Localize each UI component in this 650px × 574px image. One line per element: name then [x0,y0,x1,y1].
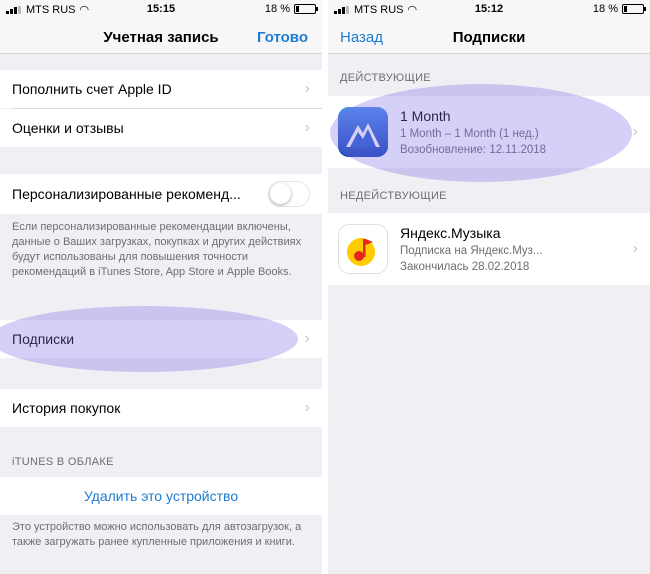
page-title: Подписки [452,29,526,46]
chevron-right-icon: › [304,119,310,136]
itunes-cloud-header: iTUNES В ОБЛАКЕ [12,456,114,468]
purchase-history-row[interactable]: История покупок › [0,389,322,427]
battery-percent: 18 % [592,3,618,15]
battery-percent: 18 % [264,3,290,15]
status-bar: MTS RUS ◠ 15:12 18 % [328,0,650,20]
active-subscription-detail: 1 Month – 1 Month (1 нед.) [400,128,539,140]
chevron-right-icon: › [632,123,638,140]
inactive-subscription-ended: Закончилась 28.02.2018 [400,261,530,273]
subscriptions-row[interactable]: Подписки › [0,320,322,358]
battery-indicator: 18 % [264,3,318,15]
personalized-toggle[interactable] [268,181,310,207]
active-subscription-row[interactable]: 1 Month 1 Month – 1 Month (1 нед.) Возоб… [328,96,650,168]
music-note-icon [347,238,375,266]
inactive-subscription-row[interactable]: Яндекс.Музыка Подписка на Яндекс.Муз... … [328,213,650,285]
battery-fill [296,6,299,12]
done-button[interactable]: Готово [257,29,308,46]
top-up-apple-id-row[interactable]: Пополнить счет Apple ID › [0,70,322,108]
top-up-label: Пополнить счет Apple ID [12,81,172,97]
active-section-header: ДЕЙСТВУЮЩИЕ [340,72,431,84]
chevron-right-icon: › [632,240,638,257]
chevron-right-icon: › [304,330,310,347]
mountain-icon [338,107,388,157]
remove-device-link[interactable]: Удалить это устройство [0,488,322,504]
subscriptions-screen: MTS RUS ◠ 15:12 18 % Назад Подписки ДЕЙС… [328,0,650,574]
personalized-recommendations-row: Персонализированные рекоменд... [0,174,322,214]
ratings-label: Оценки и отзывы [12,120,124,136]
subscriptions-label: Подписки [12,331,75,347]
personalized-note: Если персонализированные рекомендации вк… [12,221,302,278]
navigation-bar: Назад Подписки [328,20,650,54]
itunes-cloud-note: Это устройство можно использовать для ав… [12,521,302,548]
remove-device-row[interactable]: Удалить это устройство [0,477,322,515]
inactive-section-header: НЕДЕЙСТВУЮЩИЕ [340,190,447,202]
chevron-right-icon: › [304,399,310,416]
ratings-reviews-row[interactable]: Оценки и отзывы › [0,109,322,147]
purchase-history-label: История покупок [12,400,121,416]
toggle-knob [270,183,291,204]
navigation-bar: Учетная запись Готово [0,20,322,54]
status-bar: MTS RUS ◠ 15:15 18 % [0,0,322,20]
battery-icon [622,4,646,14]
active-subscription-renewal: Возобновление: 12.11.2018 [400,144,547,156]
account-screen: MTS RUS ◠ 15:15 18 % Учетная запись Гото… [0,0,322,574]
battery-fill [624,6,627,12]
chevron-right-icon: › [304,80,310,97]
inactive-subscription-detail: Подписка на Яндекс.Муз... [400,245,543,257]
yandex-music-app-icon [338,224,388,274]
battery-indicator: 18 % [592,3,646,15]
active-subscription-title: 1 Month [400,108,451,124]
battery-icon [294,4,318,14]
vpn-app-icon [338,107,388,157]
inactive-subscription-title: Яндекс.Музыка [400,225,501,241]
personalized-label: Персонализированные рекоменд... [12,186,241,202]
